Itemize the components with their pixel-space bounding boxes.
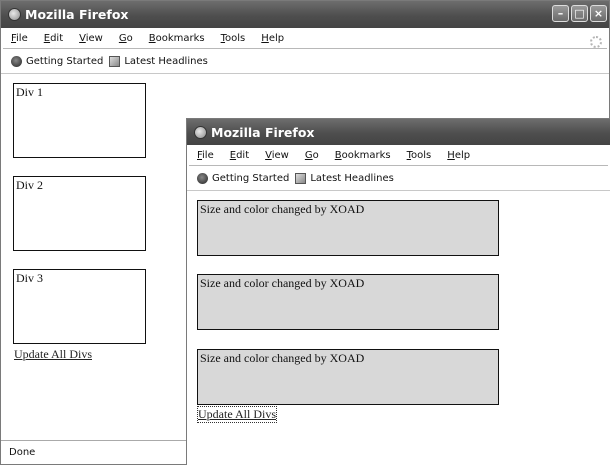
bookmark-getting-started[interactable]: Getting Started <box>197 172 290 184</box>
div-2: Div 2 <box>13 176 146 251</box>
menu-file[interactable]: File <box>197 150 214 161</box>
menu-bookmarks[interactable]: Bookmarks <box>149 33 205 44</box>
firefox-icon <box>194 125 207 139</box>
menu-tools[interactable]: Tools <box>221 33 246 44</box>
window-controls: – □ × <box>552 5 607 22</box>
throbber-icon <box>590 36 602 48</box>
menu-bar: File Edit View Go Bookmarks Tools Help <box>1 28 609 48</box>
bookmark-getting-started[interactable]: Getting Started <box>11 55 104 67</box>
bookmarks-toolbar: Getting Started Latest Headlines <box>1 49 609 74</box>
window-title: Mozilla Firefox <box>25 7 129 22</box>
bookmark-icon <box>11 55 22 67</box>
menu-help[interactable]: Help <box>261 33 284 44</box>
div-2: Size and color changed by XOAD <box>197 274 499 330</box>
bookmark-label: Latest Headlines <box>310 172 394 184</box>
menu-help[interactable]: Help <box>447 150 470 161</box>
menu-bar: File Edit View Go Bookmarks Tools Help <box>187 145 610 165</box>
bookmark-latest-headlines[interactable]: Latest Headlines <box>109 55 208 67</box>
status-text: Done <box>9 447 36 458</box>
menu-view[interactable]: View <box>265 150 289 161</box>
bookmark-label: Getting Started <box>26 55 104 67</box>
firefox-icon <box>8 8 21 21</box>
live-bookmark-icon <box>109 55 121 67</box>
front-browser-window: Mozilla Firefox File Edit View Go Bookma… <box>186 118 610 465</box>
div-3: Size and color changed by XOAD <box>197 349 499 405</box>
div-3: Div 3 <box>13 269 146 344</box>
menu-file[interactable]: File <box>11 33 28 44</box>
title-bar[interactable]: Mozilla Firefox – □ × <box>1 1 609 28</box>
live-bookmark-icon <box>295 172 307 184</box>
window-title: Mozilla Firefox <box>211 124 315 140</box>
menu-go[interactable]: Go <box>305 150 319 161</box>
bookmark-icon <box>197 172 208 184</box>
title-bar[interactable]: Mozilla Firefox <box>187 119 610 145</box>
bookmark-label: Getting Started <box>212 172 290 184</box>
close-button[interactable]: × <box>590 5 607 22</box>
minimize-button[interactable]: – <box>552 5 569 22</box>
div-1: Size and color changed by XOAD <box>197 200 499 256</box>
maximize-button[interactable]: □ <box>571 5 588 22</box>
menu-view[interactable]: View <box>79 33 103 44</box>
status-bar: Done <box>1 440 187 464</box>
bookmark-latest-headlines[interactable]: Latest Headlines <box>295 172 394 184</box>
bookmarks-toolbar: Getting Started Latest Headlines <box>187 166 610 191</box>
bookmark-label: Latest Headlines <box>124 55 208 67</box>
update-all-divs-link[interactable]: Update All Divs <box>14 347 92 362</box>
menu-tools[interactable]: Tools <box>407 150 432 161</box>
menu-edit[interactable]: Edit <box>230 150 249 161</box>
update-all-divs-link[interactable]: Update All Divs <box>197 406 277 423</box>
div-1: Div 1 <box>13 83 146 158</box>
menu-edit[interactable]: Edit <box>44 33 63 44</box>
menu-bookmarks[interactable]: Bookmarks <box>335 150 391 161</box>
menu-go[interactable]: Go <box>119 33 133 44</box>
